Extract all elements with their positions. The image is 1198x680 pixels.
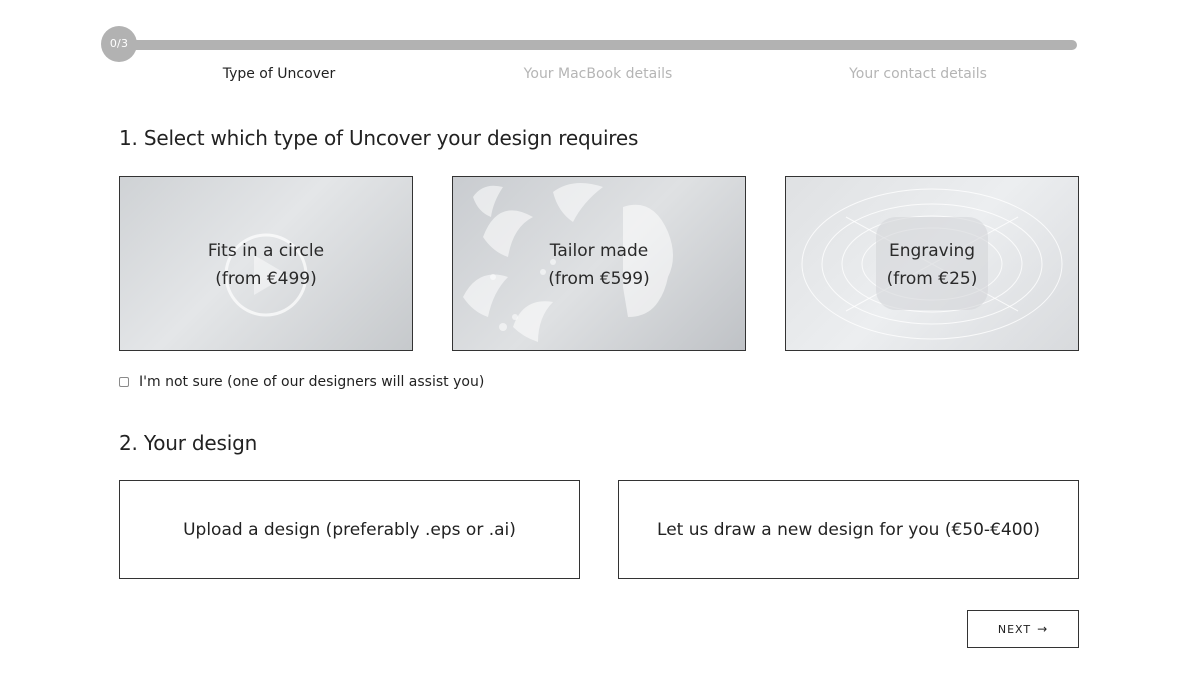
step-macbook-details[interactable]: Your MacBook details bbox=[524, 66, 673, 82]
card-title: Engraving bbox=[888, 241, 976, 261]
card-engraving[interactable]: Engraving (from €25) bbox=[785, 176, 1079, 351]
not-sure-checkbox[interactable] bbox=[119, 377, 129, 387]
section-2-title: 2. Your design bbox=[119, 431, 258, 455]
upload-design-button[interactable]: Upload a design (preferably .eps or .ai) bbox=[119, 480, 580, 579]
step-contact-details[interactable]: Your contact details bbox=[849, 66, 987, 82]
card-title: Fits in a circle bbox=[207, 241, 325, 261]
upload-design-label: Upload a design (preferably .eps or .ai) bbox=[183, 519, 516, 540]
progress-badge: 0/3 bbox=[101, 26, 137, 62]
card-price: (from €25) bbox=[886, 269, 978, 289]
draw-design-label: Let us draw a new design for you (€50-€4… bbox=[657, 519, 1040, 540]
next-button[interactable]: NEXT → bbox=[967, 610, 1079, 648]
progress-track bbox=[119, 40, 1077, 50]
card-tailor-made[interactable]: Tailor made (from €599) bbox=[452, 176, 746, 351]
card-title: Tailor made bbox=[549, 241, 649, 261]
next-label: NEXT bbox=[997, 622, 1032, 636]
card-price: (from €599) bbox=[548, 269, 650, 289]
card-price: (from €499) bbox=[215, 269, 317, 289]
card-fits-in-circle[interactable]: Fits in a circle (from €499) bbox=[119, 176, 413, 351]
progress-bar: 0/3 Type of Uncover Your MacBook details… bbox=[101, 26, 1079, 106]
not-sure-option[interactable]: I'm not sure (one of our designers will … bbox=[119, 374, 484, 390]
step-type-of-uncover[interactable]: Type of Uncover bbox=[223, 66, 336, 82]
not-sure-label: I'm not sure (one of our designers will … bbox=[139, 374, 485, 390]
arrow-right-icon: → bbox=[1037, 622, 1049, 636]
draw-design-button[interactable]: Let us draw a new design for you (€50-€4… bbox=[618, 480, 1079, 579]
section-1-title: 1. Select which type of Uncover your des… bbox=[119, 126, 639, 150]
